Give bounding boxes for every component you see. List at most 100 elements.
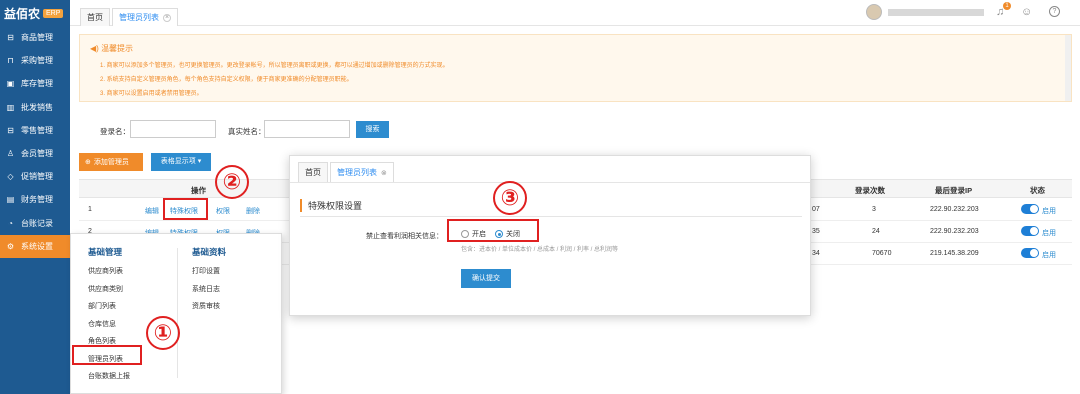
sidebar-item[interactable]: ♙ 会员管理 (0, 142, 70, 165)
sidebar-item[interactable]: ◔ 台账记录 (0, 212, 70, 235)
sidebar-item-label: 系统设置 (21, 241, 53, 251)
last-ip: 219.145.38.209 (930, 250, 979, 257)
add-admin-button[interactable]: ⊕ 添加管理员 (79, 153, 143, 171)
row-index: 1 (88, 206, 92, 213)
auth-link[interactable]: 权限 (216, 206, 230, 216)
status-toggle[interactable] (1021, 248, 1039, 258)
sidebar-item-label: 会员管理 (21, 149, 53, 159)
sidebar-item-label: 采购管理 (21, 56, 53, 66)
speaker-icon: ◀) (90, 44, 99, 53)
dialog-tab-admin-list[interactable]: 管理员列表 ⊗ (330, 162, 394, 182)
store-icon: ⊟ (7, 125, 14, 135)
login-count: 3 (872, 206, 876, 213)
columns-button[interactable]: 表格显示项 ▾ (151, 153, 211, 171)
highlight-admin-list (72, 345, 142, 365)
login-count: 70670 (872, 250, 892, 257)
edit-link[interactable]: 编辑 (145, 206, 159, 216)
sidebar-item-label: 批发销售 (21, 102, 53, 112)
app-logo[interactable]: 益佰农 ERP (0, 0, 70, 26)
sidebar-item-label: 财务管理 (21, 195, 53, 205)
menu-item[interactable]: 系统日志 (192, 284, 220, 294)
status-toggle[interactable] (1021, 204, 1039, 214)
login-count: 24 (872, 228, 880, 235)
tab-home[interactable]: 首页 (80, 8, 110, 26)
submit-button[interactable]: 确认提交 (461, 269, 511, 288)
gear-icon: ⚙ (6, 241, 15, 251)
last-ip: 222.90.232.203 (930, 206, 979, 213)
sidebar-item[interactable]: ▣ 库存管理 (0, 72, 70, 95)
wallet-icon: ▤ (6, 195, 15, 205)
row-partial-value: 07 (812, 206, 820, 213)
username-redacted (888, 9, 984, 16)
menu-item[interactable]: 打印设置 (192, 266, 220, 276)
header-op: 操作 (191, 186, 206, 195)
notice-line-3: 3. 商家可以设置启用或者禁用管理员。 (100, 91, 203, 97)
notice-line-2: 2. 系统支持自定义管理员角色，每个角色支持自定义权限，便于商家更准确的分配管理… (100, 77, 353, 83)
status-label: 启用 (1042, 230, 1056, 237)
callout-1: ① (146, 316, 180, 350)
help-icon[interactable]: ? (1049, 6, 1060, 17)
sidebar-item[interactable]: ▥ 批发销售 (0, 96, 70, 119)
search-button[interactable]: 搜索 (356, 121, 389, 138)
profit-field-label: 禁止查看利润相关信息： (366, 233, 443, 240)
avatar[interactable] (866, 4, 882, 20)
special-permission-dialog: 首页 管理员列表 ⊗ 特殊权限设置 禁止查看利润相关信息： 开启 关闭 包含：进本… (289, 155, 811, 316)
menu-item[interactable]: 仓库信息 (88, 319, 116, 329)
status-label: 启用 (1042, 208, 1056, 215)
sidebar-item[interactable]: ▤ 财务管理 (0, 188, 70, 211)
sidebar-item[interactable]: ⊓ 采购管理 (0, 49, 70, 72)
header-state: 状态 (1030, 186, 1045, 195)
sidebar-item-label: 促销管理 (21, 172, 53, 182)
menu-item[interactable]: 供应商列表 (88, 266, 123, 276)
notice-title: ◀) 温馨提示 (90, 44, 134, 53)
delete-link[interactable]: 删除 (246, 206, 260, 216)
sidebar-item-label: 库存管理 (21, 79, 53, 89)
header-last-ip: 最后登录IP (935, 186, 973, 195)
row-partial-value: 34 (812, 250, 820, 257)
status-toggle[interactable] (1021, 226, 1039, 236)
real-name-label: 真实姓名： (228, 127, 266, 136)
cart-icon: ⊓ (7, 56, 14, 66)
status-label: 启用 (1042, 252, 1056, 259)
close-icon: ⊗ (381, 169, 387, 177)
sidebar-item-label: 商品管理 (21, 33, 53, 43)
close-icon[interactable]: × (163, 13, 171, 22)
bag-icon: ⊟ (7, 33, 14, 43)
user-icon: ♙ (6, 149, 15, 159)
user-icon[interactable]: ☺ (1021, 6, 1032, 18)
highlight-radio (447, 219, 539, 242)
notice-panel: ◀) 温馨提示 1. 商家可以添加多个管理员，也可更换管理员。更改登录帐号，所以… (79, 34, 1072, 102)
sidebar-item[interactable]: ⊟ 商品管理 (0, 26, 70, 49)
erp-badge: ERP (43, 8, 64, 18)
real-name-input[interactable] (264, 120, 350, 138)
dialog-title: 特殊权限设置 (300, 199, 362, 212)
tag-icon: ◇ (7, 172, 14, 182)
field-hint: 包含：进本价 / 单位成本价 / 总成本 / 利润 / 利率 / 总利润等 (461, 247, 619, 253)
sidebar-item-label: 台账记录 (21, 218, 53, 228)
menu-item[interactable]: 台账数据上报 (88, 371, 130, 381)
callout-3: ③ (493, 181, 527, 215)
callout-2: ② (215, 165, 249, 199)
chart-icon: ▥ (6, 102, 15, 112)
plus-icon: ⊕ (85, 159, 91, 166)
header-login-count: 登录次数 (855, 186, 885, 195)
login-name-input[interactable] (130, 120, 216, 138)
menu-divider (177, 248, 178, 378)
row-partial-value: 35 (812, 228, 820, 235)
notice-line-1: 1. 商家可以添加多个管理员，也可更换管理员。更改登录帐号，所以管理员离职或更换… (100, 63, 449, 69)
scrollbar[interactable] (1065, 35, 1071, 101)
logo-text: 益佰农 (4, 6, 41, 21)
sidebar-item[interactable]: ⚙ 系统设置 (0, 234, 70, 258)
tab-admin-list[interactable]: 管理员列表 × (112, 8, 178, 26)
sidebar-item[interactable]: ◇ 促销管理 (0, 165, 70, 188)
menu-item[interactable]: 部门列表 (88, 301, 116, 311)
dialog-tab-home[interactable]: 首页 (298, 162, 328, 182)
login-name-label: 登录名： (100, 127, 130, 136)
highlight-special-perm (163, 198, 208, 220)
menu-col1-title: 基础管理 (88, 247, 123, 257)
menu-item[interactable]: 供应商类别 (88, 284, 123, 294)
system-settings-menu: 基础管理 基础资料 供应商列表 供应商类别 部门列表 仓库信息 角色列表 管理员列表 台账数… (70, 233, 282, 394)
sidebar-item[interactable]: ⊟ 零售管理 (0, 119, 70, 142)
menu-col2-title: 基础资料 (192, 247, 227, 257)
menu-item[interactable]: 资质审核 (192, 301, 220, 311)
